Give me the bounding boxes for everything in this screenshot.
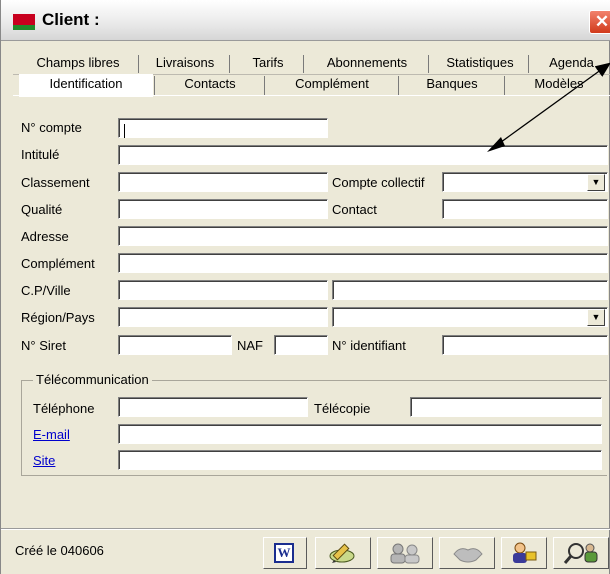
telecopie-input[interactable]: [410, 397, 602, 417]
pays-dropdown-button[interactable]: ▼: [587, 309, 605, 326]
search-users-button[interactable]: [553, 537, 609, 569]
classement-input[interactable]: [118, 172, 328, 192]
n-siret-input[interactable]: [118, 335, 232, 355]
telephone-label: Téléphone: [33, 401, 95, 416]
tab-identification[interactable]: Identification: [19, 74, 153, 97]
tab-divider: [138, 55, 139, 73]
handshake-button[interactable]: [439, 537, 495, 569]
adresse-input[interactable]: [118, 226, 608, 246]
tab-contacts[interactable]: Contacts: [157, 74, 263, 94]
complement-input[interactable]: [118, 253, 608, 273]
compte-collectif-label: Compte collectif: [332, 175, 425, 190]
naf-input[interactable]: [274, 335, 328, 355]
tab-complement[interactable]: Complément: [267, 74, 397, 94]
email-input[interactable]: [118, 424, 602, 444]
title-bar[interactable]: Client : ✕: [1, 0, 610, 41]
tab-divider: [428, 55, 429, 73]
site-link[interactable]: Site: [33, 453, 55, 468]
compte-collectif-dropdown-button[interactable]: ▼: [587, 174, 605, 191]
compte-collectif-select[interactable]: [442, 172, 608, 192]
handshake-icon: [453, 548, 483, 563]
contacts-icon: [390, 543, 420, 564]
edit-button[interactable]: [315, 537, 371, 569]
tab-livraisons[interactable]: Livraisons: [142, 53, 228, 73]
telephone-input[interactable]: [118, 397, 308, 417]
tab-statistiques[interactable]: Statistiques: [432, 53, 528, 73]
tab-modeles[interactable]: Modèles: [507, 74, 610, 94]
contacts-button[interactable]: [377, 537, 433, 569]
pays-select[interactable]: [332, 307, 608, 327]
adresse-label: Adresse: [21, 229, 69, 244]
word-export-button[interactable]: W: [263, 537, 307, 569]
intitule-label: Intitulé: [21, 147, 60, 162]
tab-divider: [398, 76, 399, 96]
telecommunication-legend: Télécommunication: [33, 372, 152, 387]
tab-panel-top-edge: [13, 95, 610, 96]
tab-champs-libres[interactable]: Champs libres: [19, 53, 137, 73]
client-window: Client : ✕ Champs libres Livraisons Tari…: [0, 0, 610, 574]
telecopie-label: Télécopie: [314, 401, 371, 416]
tab-divider: [504, 76, 505, 96]
classement-label: Classement: [21, 175, 90, 190]
text-caret: [124, 124, 125, 138]
tab-divider: [229, 55, 230, 73]
site-input[interactable]: [118, 450, 602, 470]
tab-banques[interactable]: Banques: [401, 74, 503, 94]
qualite-input[interactable]: [118, 199, 328, 219]
qualite-label: Qualité: [21, 202, 63, 217]
tab-divider: [303, 55, 304, 73]
naf-label: NAF: [237, 338, 263, 353]
window-title: Client :: [42, 10, 100, 29]
search-users-icon: [563, 543, 598, 564]
cp-ville-label: C.P/Ville: [21, 283, 71, 298]
tab-tarifs[interactable]: Tarifs: [233, 53, 303, 73]
n-identifiant-input[interactable]: [442, 335, 608, 355]
code-postal-input[interactable]: [118, 280, 328, 300]
n-compte-input[interactable]: [118, 118, 328, 138]
close-button[interactable]: ✕: [589, 10, 610, 34]
tab-divider: [528, 55, 529, 73]
edit-pencil-icon: [329, 543, 355, 563]
tab-divider: [154, 76, 155, 96]
created-date-text: Créé le 040606: [15, 543, 104, 558]
ville-input[interactable]: [332, 280, 608, 300]
n-identifiant-label: N° identifiant: [332, 338, 406, 353]
word-icon: W: [274, 543, 294, 563]
tab-abonnements[interactable]: Abonnements: [307, 53, 427, 73]
user-key-button[interactable]: [501, 537, 547, 569]
complement-label: Complément: [21, 256, 95, 271]
intitule-input[interactable]: [118, 145, 608, 165]
contact-label: Contact: [332, 202, 377, 217]
user-key-icon: [513, 542, 537, 563]
email-link[interactable]: E-mail: [33, 427, 70, 442]
tab-agenda[interactable]: Agenda: [532, 53, 610, 73]
n-compte-label: N° compte: [21, 120, 82, 135]
region-input[interactable]: [118, 307, 328, 327]
contact-input[interactable]: [442, 199, 608, 219]
app-icon: [13, 14, 35, 30]
region-pays-label: Région/Pays: [21, 310, 95, 325]
tab-divider: [264, 76, 265, 96]
n-siret-label: N° Siret: [21, 338, 66, 353]
